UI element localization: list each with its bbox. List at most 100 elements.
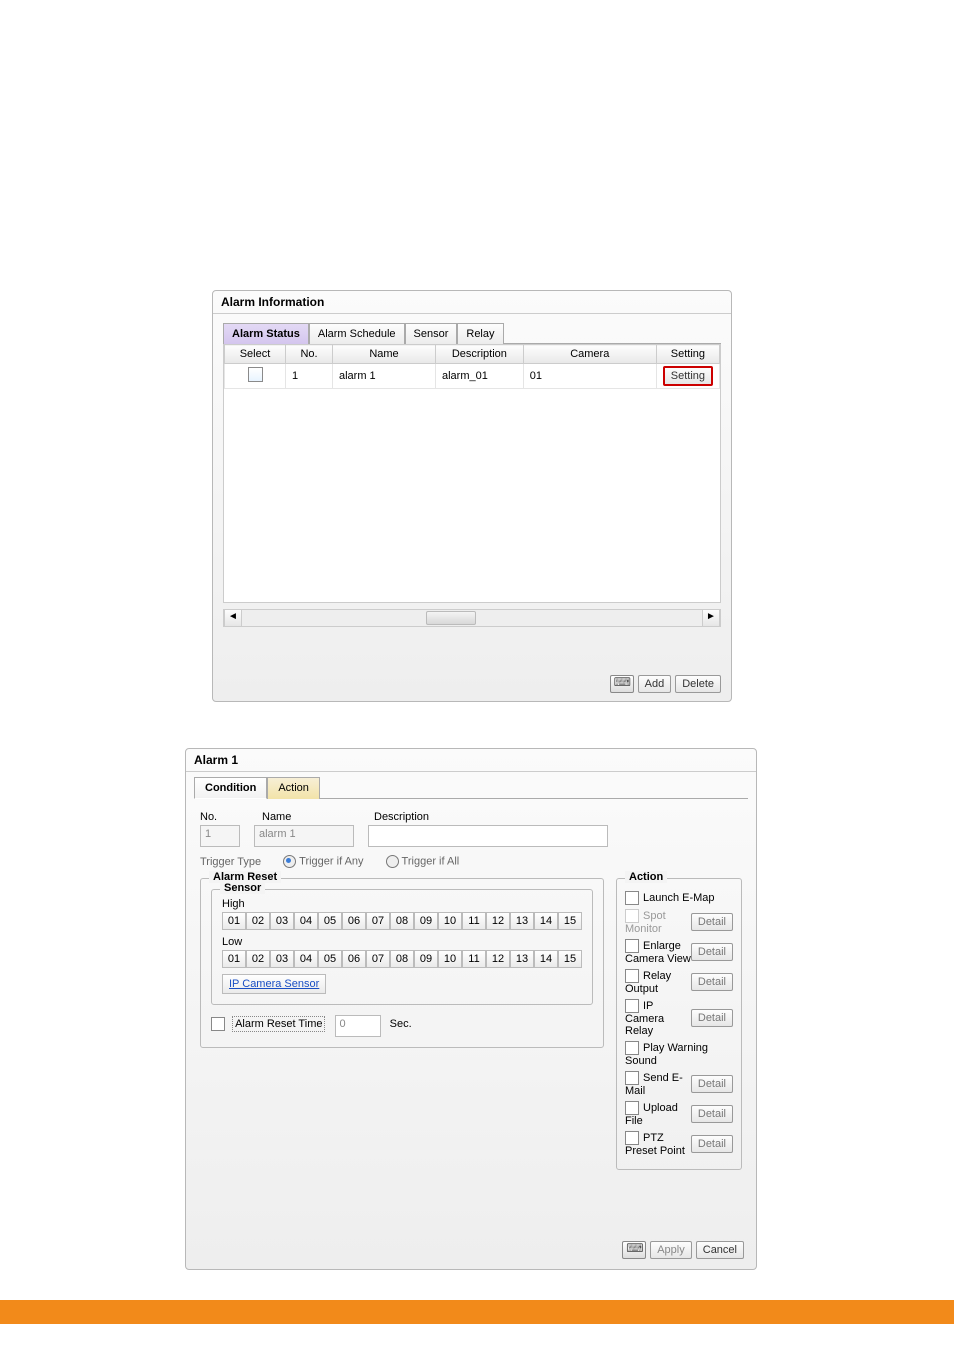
high-cell[interactable]: 09 — [414, 912, 438, 930]
high-cell[interactable]: 07 — [366, 912, 390, 930]
col-setting[interactable]: Setting — [656, 345, 719, 364]
add-button[interactable]: Add — [638, 675, 672, 693]
high-cell[interactable]: 05 — [318, 912, 342, 930]
action-row: Launch E-Map — [625, 891, 733, 905]
low-numstrip: 01 02 03 04 05 06 07 08 09 10 11 12 13 1… — [222, 950, 582, 968]
detail-button[interactable]: Detail — [691, 1135, 733, 1153]
keyboard-icon[interactable] — [622, 1241, 646, 1259]
action-checkbox[interactable] — [625, 1071, 639, 1085]
tab-action[interactable]: Action — [267, 777, 320, 799]
low-cell[interactable]: 04 — [294, 950, 318, 968]
high-label: High — [222, 898, 582, 910]
low-cell[interactable]: 01 — [222, 950, 246, 968]
alarm-reset-time-row: Alarm Reset Time 0 Sec. — [211, 1015, 593, 1037]
col-camera[interactable]: Camera — [523, 345, 656, 364]
scroll-track[interactable] — [242, 610, 702, 626]
action-checkbox[interactable] — [625, 1041, 639, 1055]
high-cell[interactable]: 03 — [270, 912, 294, 930]
tab-relay[interactable]: Relay — [457, 323, 503, 344]
col-name[interactable]: Name — [333, 345, 436, 364]
detail-button[interactable]: Detail — [691, 913, 733, 931]
high-cell[interactable]: 13 — [510, 912, 534, 930]
action-checkbox[interactable] — [625, 999, 639, 1013]
cell-description: alarm_01 — [436, 364, 524, 389]
high-cell[interactable]: 15 — [558, 912, 582, 930]
high-cell[interactable]: 02 — [246, 912, 270, 930]
detail-button[interactable]: Detail — [691, 1009, 733, 1027]
col-no[interactable]: No. — [286, 345, 333, 364]
tab-alarm-schedule[interactable]: Alarm Schedule — [309, 323, 405, 344]
row-select-checkbox[interactable] — [248, 367, 263, 382]
low-cell[interactable]: 09 — [414, 950, 438, 968]
low-cell[interactable]: 11 — [462, 950, 486, 968]
action-checkbox[interactable] — [625, 891, 639, 905]
high-cell[interactable]: 14 — [534, 912, 558, 930]
detail-button[interactable]: Detail — [691, 1105, 733, 1123]
low-cell[interactable]: 08 — [390, 950, 414, 968]
low-cell[interactable]: 10 — [438, 950, 462, 968]
low-cell[interactable]: 03 — [270, 950, 294, 968]
action-label: Launch E-Map — [643, 892, 715, 904]
low-cell[interactable]: 06 — [342, 950, 366, 968]
keyboard-icon[interactable] — [610, 675, 634, 693]
desc-input[interactable] — [368, 825, 608, 847]
high-cell[interactable]: 06 — [342, 912, 366, 930]
alarm-reset-time-value[interactable]: 0 — [335, 1015, 381, 1037]
low-cell[interactable]: 07 — [366, 950, 390, 968]
high-cell[interactable]: 12 — [486, 912, 510, 930]
ip-camera-sensor-button[interactable]: IP Camera Sensor — [222, 974, 326, 994]
tab-sensor[interactable]: Sensor — [405, 323, 458, 344]
panel1-footer: Add Delete — [610, 675, 721, 693]
row-setting-button[interactable]: Setting — [663, 366, 713, 386]
action-row: PTZ Preset PointDetail — [625, 1131, 733, 1157]
low-cell[interactable]: 12 — [486, 950, 510, 968]
col-description[interactable]: Description — [436, 345, 524, 364]
radio-trigger-all[interactable]: Trigger if All — [386, 855, 460, 868]
name-input: alarm 1 — [254, 825, 354, 847]
alarm-info-tabs: Alarm Status Alarm Schedule Sensor Relay — [223, 322, 721, 344]
panel2-footer: Apply Cancel — [622, 1241, 744, 1259]
low-cell[interactable]: 02 — [246, 950, 270, 968]
action-checkbox[interactable] — [625, 909, 639, 923]
table-header-row: Select No. Name Description Camera Setti… — [225, 345, 720, 364]
radio-any-label: Trigger if Any — [299, 855, 363, 867]
action-row: Play Warning Sound — [625, 1041, 733, 1067]
action-row: Send E-MailDetail — [625, 1071, 733, 1097]
scroll-left-arrow[interactable]: ◄ — [224, 610, 242, 626]
radio-trigger-any[interactable]: Trigger if Any — [283, 855, 363, 868]
scroll-right-arrow[interactable]: ► — [702, 610, 720, 626]
low-cell[interactable]: 15 — [558, 950, 582, 968]
detail-button[interactable]: Detail — [691, 973, 733, 991]
cancel-button[interactable]: Cancel — [696, 1241, 744, 1259]
detail-button[interactable]: Detail — [691, 943, 733, 961]
col-select[interactable]: Select — [225, 345, 286, 364]
action-checkbox[interactable] — [625, 1131, 639, 1145]
apply-button[interactable]: Apply — [650, 1241, 692, 1259]
high-cell[interactable]: 11 — [462, 912, 486, 930]
low-cell[interactable]: 13 — [510, 950, 534, 968]
high-cell[interactable]: 10 — [438, 912, 462, 930]
action-row: Upload FileDetail — [625, 1101, 733, 1127]
table-row[interactable]: 1 alarm 1 alarm_01 01 Setting — [225, 364, 720, 389]
alarm-detail-title: Alarm 1 — [186, 749, 756, 772]
action-checkbox[interactable] — [625, 969, 639, 983]
high-cell[interactable]: 01 — [222, 912, 246, 930]
alarm-information-panel: Alarm Information Alarm Status Alarm Sch… — [212, 290, 732, 702]
scroll-thumb[interactable] — [426, 611, 476, 625]
tab-condition[interactable]: Condition — [194, 777, 267, 799]
action-checkbox[interactable] — [625, 939, 639, 953]
low-cell[interactable]: 05 — [318, 950, 342, 968]
alarm-detail-tabs: Condition Action — [194, 776, 748, 799]
alarm-reset-time-checkbox[interactable] — [211, 1017, 225, 1031]
low-cell[interactable]: 14 — [534, 950, 558, 968]
high-cell[interactable]: 08 — [390, 912, 414, 930]
detail-button[interactable]: Detail — [691, 1075, 733, 1093]
name-label: Name — [262, 811, 352, 823]
field-inputs-row: 1 alarm 1 — [200, 825, 742, 847]
action-legend: Action — [625, 871, 667, 883]
horizontal-scrollbar[interactable]: ◄ ► — [223, 609, 721, 627]
tab-alarm-status[interactable]: Alarm Status — [223, 323, 309, 344]
delete-button[interactable]: Delete — [675, 675, 721, 693]
high-cell[interactable]: 04 — [294, 912, 318, 930]
action-checkbox[interactable] — [625, 1101, 639, 1115]
